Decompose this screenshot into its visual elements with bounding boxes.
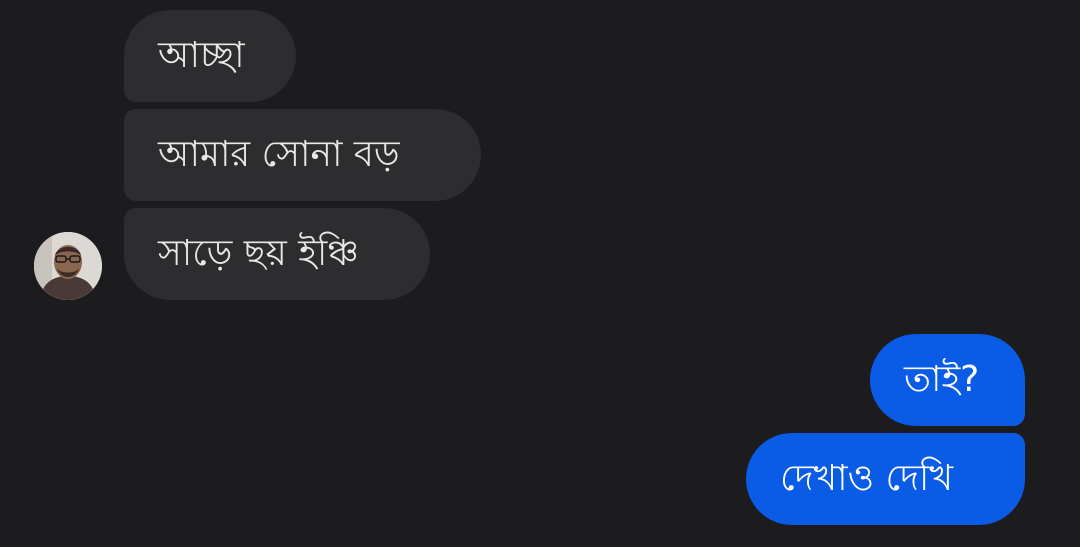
outgoing-message-bubble[interactable]: দেখাও দেখি — [746, 433, 1025, 525]
message-text: আচ্ছা — [158, 35, 245, 76]
message-text: আমার সোনা বড় — [158, 134, 400, 175]
message-text: সাড়ে ছয় ইঞ্চি — [158, 233, 359, 274]
message-text: তাই? — [904, 359, 980, 400]
message-text: দেখাও দেখি — [780, 458, 953, 499]
avatar-photo-icon — [34, 232, 102, 300]
contact-avatar[interactable] — [34, 232, 102, 300]
incoming-message-bubble[interactable]: আচ্ছা — [124, 10, 296, 102]
incoming-message-bubble[interactable]: সাড়ে ছয় ইঞ্চি — [124, 208, 430, 300]
incoming-message-bubble[interactable]: আমার সোনা বড় — [124, 109, 481, 201]
outgoing-message-bubble[interactable]: তাই? — [870, 334, 1025, 426]
